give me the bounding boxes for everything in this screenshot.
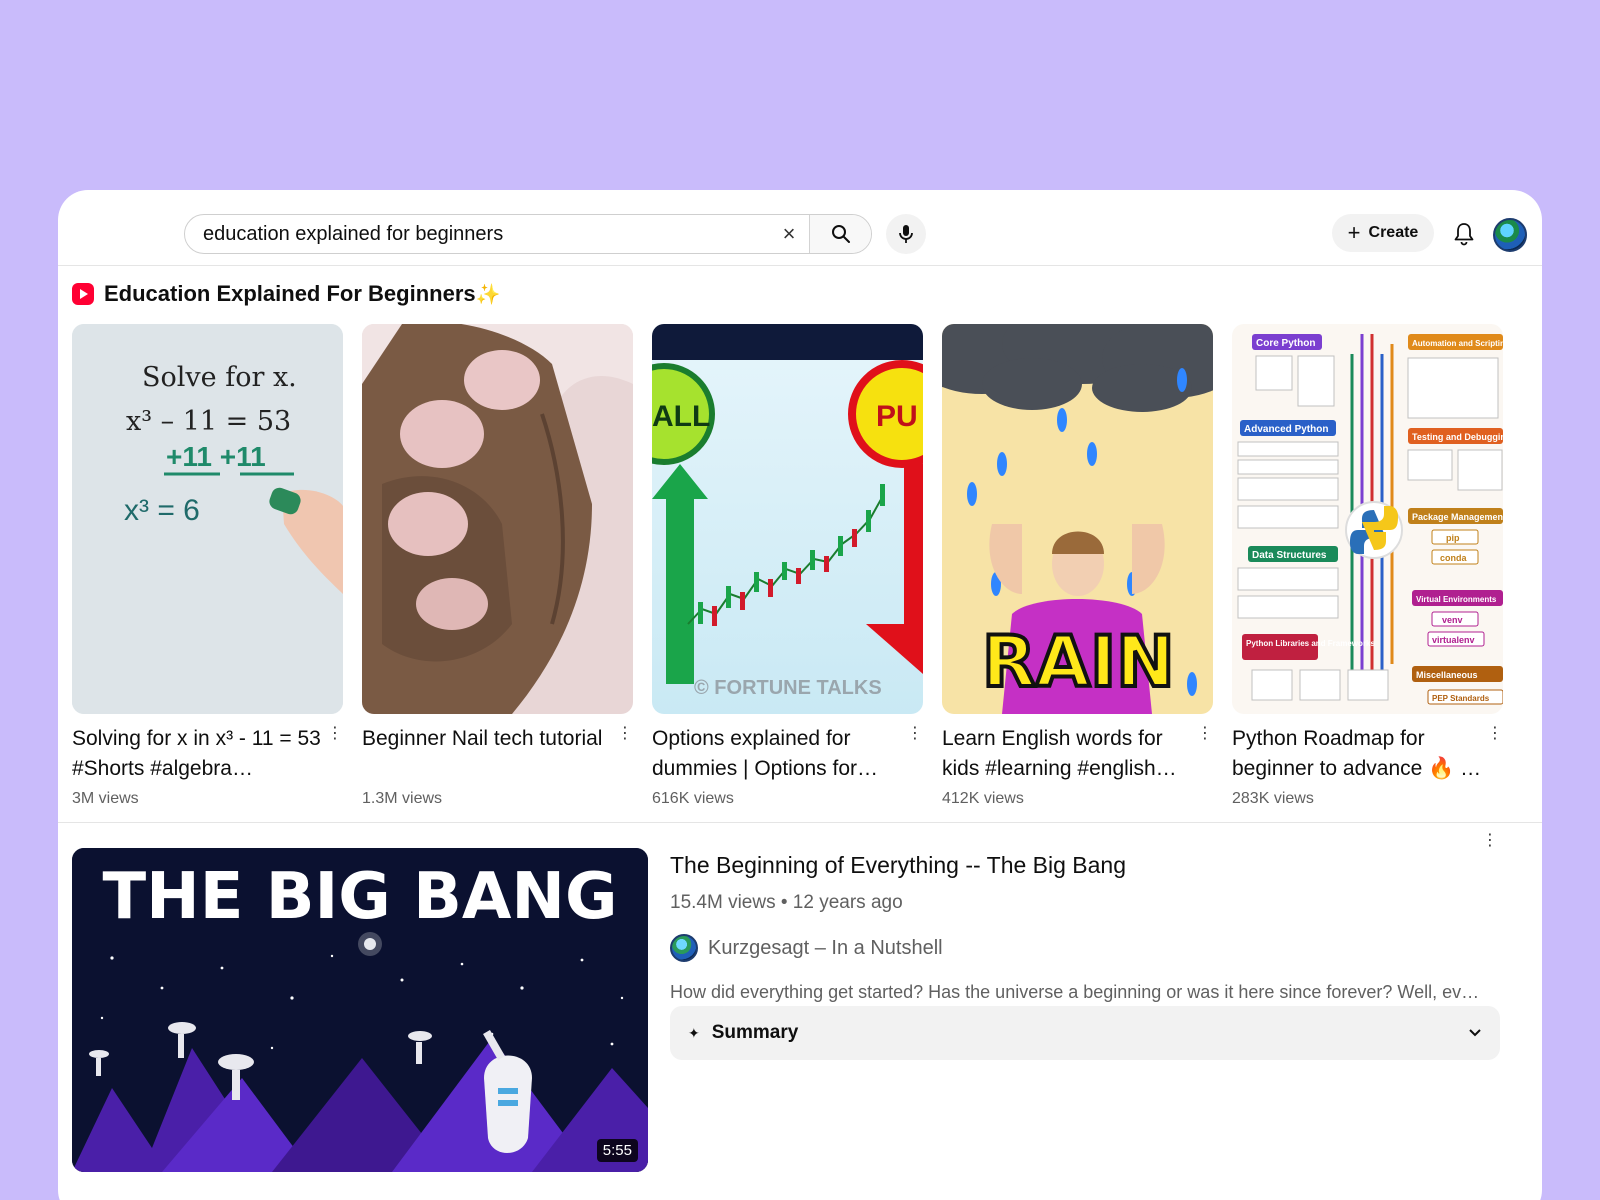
more-vert-icon[interactable]: ⋮ bbox=[323, 724, 343, 784]
more-vert-icon[interactable]: ⋮ bbox=[1483, 724, 1503, 784]
py-pip: pip bbox=[1446, 533, 1460, 543]
create-label: Create bbox=[1368, 224, 1419, 241]
py-core: Core Python bbox=[1256, 338, 1315, 349]
video-title[interactable]: The Beginning of Everything -- The Big B… bbox=[670, 850, 1520, 880]
py-adv: Advanced Python bbox=[1244, 424, 1328, 435]
create-button[interactable]: + Create bbox=[1332, 214, 1434, 252]
short-thumbnail[interactable] bbox=[362, 324, 633, 714]
sparkle-icon: ✨ bbox=[475, 283, 501, 306]
short-title[interactable]: Options explained for dummies | Options … bbox=[652, 724, 903, 784]
more-vert-icon[interactable]: ⋮ bbox=[903, 724, 923, 784]
py-conda: conda bbox=[1440, 553, 1467, 563]
py-venv: venv bbox=[1442, 615, 1463, 625]
math-line-1: Solve for x. bbox=[142, 362, 297, 393]
shelf-title: Education Explained For Beginners bbox=[104, 281, 476, 306]
options-right-label: PU bbox=[876, 400, 918, 433]
channel-name[interactable]: Kurzgesagt – In a Nutshell bbox=[708, 937, 943, 960]
rain-thumbnail-art: RAIN bbox=[942, 324, 1213, 714]
short-views: 412K views bbox=[942, 790, 1024, 807]
shorts-row: Solve for x. x³ – 11 = 53 +11 +11 x³ = 6… bbox=[72, 324, 1503, 808]
video-thumbnail[interactable]: THE BIG BANG 5:55 bbox=[72, 848, 648, 1172]
py-venv-head: Virtual Environments bbox=[1416, 595, 1497, 604]
short-thumbnail[interactable]: Core Python Advanced Python Data Structu… bbox=[1232, 324, 1503, 714]
short-card[interactable]: RAIN Learn English words for kids #learn… bbox=[942, 324, 1213, 808]
options-left-label: ALL bbox=[652, 400, 710, 433]
nail-thumbnail-art bbox=[362, 324, 633, 714]
py-misc: Miscellaneous bbox=[1416, 670, 1478, 680]
math-line-4: x³ = 6 bbox=[124, 494, 200, 527]
more-vert-icon[interactable]: ⋮ bbox=[613, 724, 633, 784]
channel-avatar[interactable] bbox=[670, 934, 698, 962]
video-stats: 15.4M views • 12 years ago bbox=[670, 892, 903, 913]
video-info: The Beginning of Everything -- The Big B… bbox=[670, 850, 1520, 1003]
search-box: × bbox=[184, 214, 872, 254]
summary-label: Summary bbox=[711, 1022, 799, 1043]
py-pep: PEP Standards bbox=[1432, 694, 1490, 703]
options-watermark: © FORTUNE TALKS bbox=[694, 677, 882, 699]
py-virtualenv: virtualenv bbox=[1432, 635, 1475, 645]
more-vert-icon[interactable]: ⋮ bbox=[1482, 830, 1498, 850]
short-card[interactable]: Solve for x. x³ – 11 = 53 +11 +11 x³ = 6… bbox=[72, 324, 343, 808]
close-icon: × bbox=[782, 221, 796, 246]
youtube-logo-icon bbox=[72, 283, 94, 305]
shorts-shelf-header: Education Explained For Beginners ✨ bbox=[72, 278, 501, 310]
big-bang-thumbnail-art: THE BIG BANG bbox=[72, 848, 648, 1172]
bell-icon bbox=[1454, 223, 1474, 246]
duration-badge: 5:55 bbox=[596, 1139, 638, 1162]
short-card[interactable]: ALL PU © FORTUNE TALKS Options explained… bbox=[652, 324, 923, 808]
section-divider bbox=[58, 822, 1542, 823]
video-description: How did everything get started? Has the … bbox=[670, 982, 1480, 1002]
notifications-button[interactable] bbox=[1444, 214, 1484, 254]
math-line-3: +11 +11 bbox=[166, 441, 266, 472]
short-thumbnail[interactable]: ALL PU © FORTUNE TALKS bbox=[652, 324, 923, 714]
channel-link[interactable]: Kurzgesagt – In a Nutshell bbox=[670, 934, 1520, 962]
short-title[interactable]: Solving for x in x³ - 11 = 53 #Shorts #a… bbox=[72, 724, 323, 784]
search-input[interactable] bbox=[185, 215, 769, 253]
math-line-2: x³ – 11 = 53 bbox=[126, 406, 291, 437]
plus-icon: + bbox=[1347, 220, 1361, 245]
chevron-down-icon bbox=[1469, 1029, 1481, 1037]
py-ds: Data Structures bbox=[1252, 550, 1327, 561]
short-views: 283K views bbox=[1232, 790, 1314, 807]
options-thumbnail-art: ALL PU © FORTUNE TALKS bbox=[652, 324, 923, 714]
math-thumbnail-art: Solve for x. x³ – 11 = 53 +11 +11 x³ = 6 bbox=[72, 324, 343, 714]
summary-toggle[interactable]: ✦ Summary bbox=[670, 1006, 1500, 1060]
more-vert-icon[interactable]: ⋮ bbox=[1193, 724, 1213, 784]
short-title[interactable]: Beginner Nail tech tutorial bbox=[362, 724, 613, 784]
short-card[interactable]: Beginner Nail tech tutorial ⋮ 1.3M views bbox=[362, 324, 633, 808]
mic-icon bbox=[899, 225, 913, 243]
search-icon bbox=[831, 225, 850, 243]
sparkle-icon: ✦ bbox=[688, 1024, 700, 1041]
py-libs: Python Libraries and Frameworks bbox=[1246, 639, 1375, 648]
short-views: 616K views bbox=[652, 790, 734, 807]
voice-search-button[interactable] bbox=[886, 214, 926, 254]
account-avatar[interactable] bbox=[1493, 218, 1527, 252]
py-auto: Automation and Scripting bbox=[1412, 339, 1503, 348]
python-roadmap-thumbnail-art: Core Python Advanced Python Data Structu… bbox=[1232, 324, 1503, 714]
py-test: Testing and Debugging bbox=[1412, 432, 1503, 442]
clear-search-button[interactable]: × bbox=[769, 215, 809, 253]
rain-word: RAIN bbox=[982, 621, 1175, 703]
short-thumbnail[interactable]: Solve for x. x³ – 11 = 53 +11 +11 x³ = 6 bbox=[72, 324, 343, 714]
short-views: 3M views bbox=[72, 790, 139, 807]
short-title[interactable]: Learn English words for kids #learning #… bbox=[942, 724, 1193, 784]
py-pkg: Package Management bbox=[1412, 512, 1503, 522]
thumbnail-title: THE BIG BANG bbox=[102, 860, 617, 934]
search-button[interactable] bbox=[809, 215, 871, 253]
short-views: 1.3M views bbox=[362, 790, 443, 807]
short-card[interactable]: Core Python Advanced Python Data Structu… bbox=[1232, 324, 1503, 808]
browser-window: × + Create bbox=[58, 190, 1542, 1200]
short-thumbnail[interactable]: RAIN bbox=[942, 324, 1213, 714]
top-bar: × + Create bbox=[58, 190, 1542, 266]
short-title[interactable]: Python Roadmap for beginner to advance 🔥… bbox=[1232, 724, 1483, 784]
